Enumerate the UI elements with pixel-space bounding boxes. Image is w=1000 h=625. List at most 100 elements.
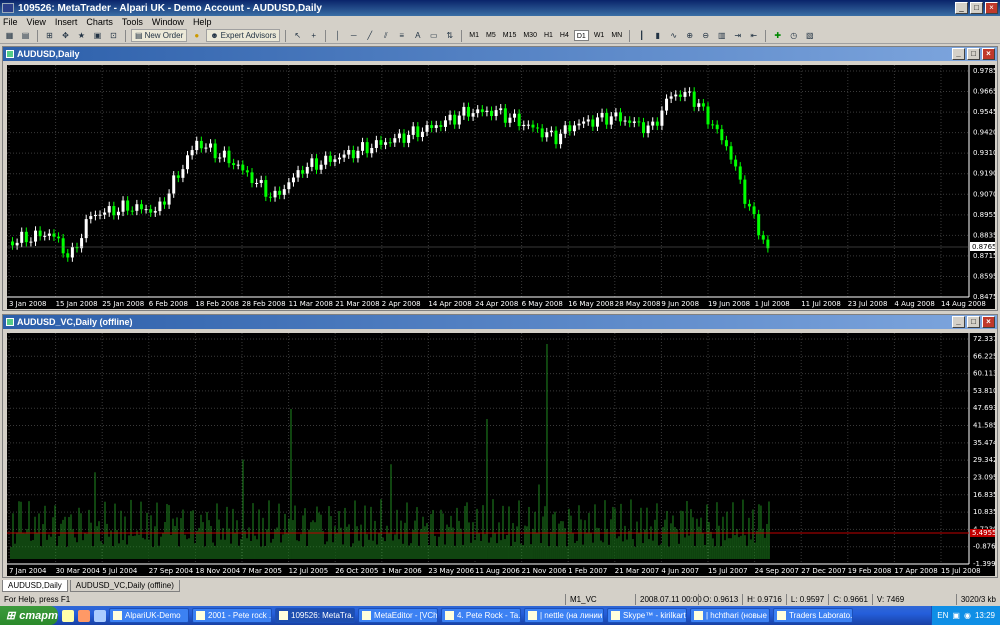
candle-body xyxy=(232,163,236,166)
tab-audusd-daily[interactable]: AUDUSD,Daily xyxy=(2,580,68,592)
periods-icon[interactable]: ◷ xyxy=(787,29,800,42)
candle-body xyxy=(522,124,526,127)
timeframe-m15[interactable]: M15 xyxy=(501,30,519,41)
chart-close-button[interactable]: × xyxy=(982,316,995,328)
task-button[interactable]: AlpariUK-Demo xyxy=(109,608,189,623)
chart-maximize-button[interactable]: □ xyxy=(967,316,980,328)
timeframe-m30[interactable]: M30 xyxy=(521,30,539,41)
x-tick-label: 30 Mar 2004 xyxy=(56,567,101,575)
new-chart-icon[interactable]: ▦ xyxy=(3,29,16,42)
candle-body xyxy=(29,241,33,243)
new-order-button[interactable]: ▤ New Order xyxy=(131,29,188,42)
close-button[interactable]: × xyxy=(985,2,998,14)
menu-help[interactable]: Help xyxy=(193,17,212,27)
menu-file[interactable]: File xyxy=(3,17,18,27)
terminal-icon[interactable]: ▣ xyxy=(91,29,104,42)
price-chart[interactable]: 0.9785 0.9665 0.9545 0.9420 0.9310 0.9190 0.90… xyxy=(7,65,995,309)
horizontal-line-icon[interactable]: ─ xyxy=(347,29,360,42)
tester-icon[interactable]: ⊡ xyxy=(107,29,120,42)
y-tick-label: 0.8835 xyxy=(973,231,995,239)
task-button[interactable]: | hchthari (новые ... xyxy=(690,608,770,623)
timeframe-m1[interactable]: M1 xyxy=(467,30,481,41)
candle-body xyxy=(181,169,185,178)
expert-advisors-button[interactable]: ☻ Expert Advisors xyxy=(206,29,281,42)
candle-body xyxy=(526,124,530,126)
label-tool-icon[interactable]: ▭ xyxy=(427,29,440,42)
navigator-icon[interactable]: ★ xyxy=(75,29,88,42)
crosshair-icon[interactable]: + xyxy=(307,29,320,42)
menu-insert[interactable]: Insert xyxy=(55,17,78,27)
chart-minimize-button[interactable]: _ xyxy=(952,316,965,328)
task-icon xyxy=(113,611,122,620)
chart-window-audusd-vc[interactable]: AUDUSD_VC,Daily (offline) _ □ × 72.3370 6… xyxy=(2,314,998,578)
x-tick-label: 25 Jan 2008 xyxy=(102,300,144,308)
arrows-tool-icon[interactable]: ⇅ xyxy=(443,29,456,42)
chart-window-audusd[interactable]: AUDUSD,Daily _ □ × 0.97850.96650.95450.9… xyxy=(2,46,998,311)
y-tick-label: 35.4740 xyxy=(973,439,995,447)
timeframe-h4[interactable]: H4 xyxy=(558,30,571,41)
timeframe-d1[interactable]: D1 xyxy=(573,30,589,41)
maximize-button[interactable]: □ xyxy=(970,2,983,14)
indicators-icon[interactable]: ✚ xyxy=(771,29,784,42)
timeframe-w1[interactable]: W1 xyxy=(592,30,607,41)
task-button[interactable]: Skype™ - kirilkart... xyxy=(607,608,687,623)
timeframe-m5[interactable]: M5 xyxy=(484,30,498,41)
x-tick-label: 17 Apr 2008 xyxy=(894,567,937,575)
language-indicator[interactable]: EN xyxy=(937,611,948,620)
task-button[interactable]: 109526: MetaTra... xyxy=(275,608,355,623)
volume-chart[interactable]: 72.3370 66.2250 60.1130 53.8100 47.6930 41.58… xyxy=(7,333,995,576)
menu-view[interactable]: View xyxy=(27,17,46,27)
candle-body xyxy=(586,119,590,122)
status-open: O: 0.9613 xyxy=(698,593,742,605)
candle-body xyxy=(397,133,401,139)
task-button[interactable]: Traders Laborato... xyxy=(773,608,853,623)
timeframe-h1[interactable]: H1 xyxy=(542,30,555,41)
candlestick-icon[interactable]: ▮ xyxy=(651,29,664,42)
x-tick-label: 19 Feb 2008 xyxy=(848,567,892,575)
candle-body xyxy=(646,125,650,134)
tab-audusd-vc-daily[interactable]: AUDUSD_VC,Daily (offline) xyxy=(69,580,180,592)
data-window-icon[interactable]: ✥ xyxy=(59,29,72,42)
task-button[interactable]: 4. Pete Rock - Ta... xyxy=(441,608,521,623)
menu-charts[interactable]: Charts xyxy=(86,17,113,27)
chart-shift-icon[interactable]: ⇤ xyxy=(747,29,760,42)
quick-launch-icon[interactable] xyxy=(62,609,74,622)
chart-minimize-button[interactable]: _ xyxy=(952,48,965,60)
metaeditor-icon[interactable]: ● xyxy=(190,29,203,42)
candle-body xyxy=(245,170,249,173)
text-tool-icon[interactable]: A xyxy=(411,29,424,42)
chart-close-button[interactable]: × xyxy=(982,48,995,60)
y-tick-label: 29.3420 xyxy=(973,456,995,464)
menu-tools[interactable]: Tools xyxy=(122,17,143,27)
vertical-line-icon[interactable]: │ xyxy=(331,29,344,42)
quick-launch-icon[interactable] xyxy=(78,609,90,622)
quick-launch-icon[interactable] xyxy=(94,609,106,622)
tray-icon[interactable]: ◉ xyxy=(964,611,971,620)
tile-windows-icon[interactable]: ▥ xyxy=(715,29,728,42)
zoom-in-icon[interactable]: ⊕ xyxy=(683,29,696,42)
chart-title: AUDUSD_VC,Daily (offline) xyxy=(17,317,133,327)
bar-chart-icon[interactable]: ┃ xyxy=(635,29,648,42)
candle-body xyxy=(609,116,613,125)
minimize-button[interactable]: _ xyxy=(955,2,968,14)
start-button[interactable]: ⊞ старт xyxy=(0,606,58,625)
task-button[interactable]: | nettle (на линии... xyxy=(524,608,604,623)
fibonacci-icon[interactable]: ≡ xyxy=(395,29,408,42)
line-chart-icon[interactable]: ∿ xyxy=(667,29,680,42)
tray-icon[interactable]: ▣ xyxy=(952,611,960,620)
zoom-out-icon[interactable]: ⊖ xyxy=(699,29,712,42)
profiles-icon[interactable]: ▤ xyxy=(19,29,32,42)
menu-window[interactable]: Window xyxy=(152,17,184,27)
task-button[interactable]: MetaEditor - [VCh... xyxy=(358,608,438,623)
market-watch-icon[interactable]: ⊞ xyxy=(43,29,56,42)
chart-maximize-button[interactable]: □ xyxy=(967,48,980,60)
channel-icon[interactable]: ⫽ xyxy=(379,29,392,42)
trendline-icon[interactable]: ╱ xyxy=(363,29,376,42)
timeframe-mn[interactable]: MN xyxy=(609,30,624,41)
cursor-icon[interactable]: ↖ xyxy=(291,29,304,42)
autoscroll-icon[interactable]: ⇥ xyxy=(731,29,744,42)
candle-body xyxy=(310,158,314,167)
expert-advisors-icon: ☻ xyxy=(210,31,219,40)
templates-icon[interactable]: ▧ xyxy=(803,29,816,42)
task-button[interactable]: 2001 - Pete rock ... xyxy=(192,608,272,623)
